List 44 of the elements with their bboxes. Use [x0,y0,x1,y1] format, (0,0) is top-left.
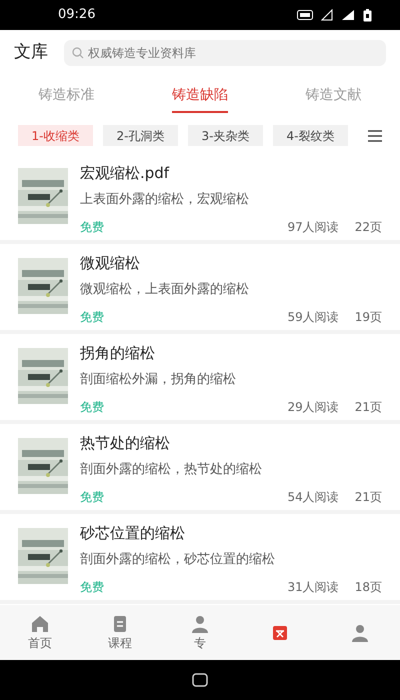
document-title[interactable]: 热节处的缩松 [80,434,382,452]
document-summary: 微观缩松，上表面外露的缩松 [80,281,250,299]
document-summary: 剖面外露的缩松，砂芯位置的缩松 [80,551,276,569]
document-title[interactable]: 拐角的缩松 [80,344,382,362]
category-chip[interactable]: 4-裂纹类 [273,125,348,146]
page-count: 18页 [354,578,382,596]
document-title[interactable]: 微观缩松 [80,254,382,272]
tab[interactable]: 铸造缺陷 [172,81,228,113]
page-title: 文库 [14,40,48,64]
category-chip[interactable]: 2-孔洞类 [103,125,178,146]
person-icon [350,622,370,642]
menu-icon[interactable] [368,130,382,142]
signal-icon [321,9,333,21]
nav-tab[interactable]: 首页 [0,610,80,656]
document-summary: 剖面缩松外漏，拐角的缩松 [80,371,237,389]
battery-icon [363,8,372,22]
document-title[interactable]: 砂芯位置的缩松 [80,524,382,542]
search-icon [72,46,84,58]
home-square-icon[interactable] [192,673,208,687]
document-title[interactable]: 宏观缩松.pdf [80,164,382,182]
category-chip[interactable]: 1-收缩类 [18,125,93,146]
nav-tab[interactable]: 专 [160,610,240,656]
price-label: 免费 [80,308,104,326]
document-summary: 上表面外露的缩松，宏观缩松 [80,191,250,209]
status-time: 09:26 [58,6,96,24]
price-label: 免费 [80,488,104,506]
category-chip[interactable]: 3-夹杂类 [188,125,263,146]
read-count: 59人阅读 [287,308,339,326]
price-label: 免费 [80,398,104,416]
volte-icon [297,10,313,20]
read-count: 97人阅读 [287,218,339,236]
price-label: 免费 [80,578,104,596]
read-count: 31人阅读 [287,578,339,596]
nav-tab[interactable]: 课程 [80,610,160,656]
page-count: 21页 [354,488,382,506]
price-label: 免费 [80,218,104,236]
page-count: 21页 [354,398,382,416]
page-count: 22页 [354,218,382,236]
document-summary: 剖面外露的缩松，热节处的缩松 [80,461,263,479]
search-field[interactable]: 权威铸造专业资料库 [64,40,386,66]
read-count: 29人阅读 [287,398,339,416]
read-count: 54人阅读 [287,488,339,506]
signal-icon [341,9,355,21]
page-count: 19页 [354,308,382,326]
